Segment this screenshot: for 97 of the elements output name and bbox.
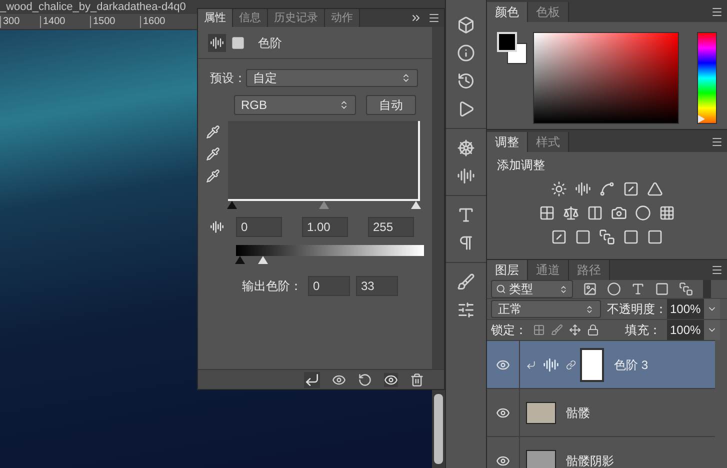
camera-icon[interactable] — [611, 205, 627, 221]
panel-tab[interactable]: 图层 — [487, 260, 528, 280]
info-icon[interactable] — [457, 44, 475, 62]
slider-thumb[interactable] — [319, 201, 329, 209]
layer-row[interactable]: 骷髅 — [487, 389, 715, 437]
eyedropper-icon[interactable] — [206, 125, 220, 139]
panel-tab[interactable]: 样式 — [528, 132, 569, 152]
panel-tab[interactable]: 信息 — [233, 9, 268, 27]
visibility-icon[interactable] — [496, 406, 510, 420]
paragraph-icon[interactable] — [457, 234, 475, 252]
wheel-icon[interactable] — [457, 139, 475, 157]
dropdown-arrow-icon[interactable] — [401, 73, 411, 83]
preset-dropdown[interactable]: 自定 — [246, 69, 418, 87]
search-icon[interactable] — [496, 284, 506, 294]
type-icon[interactable] — [457, 206, 475, 224]
slider-thumb[interactable] — [227, 201, 237, 209]
visibility-icon[interactable] — [496, 454, 510, 468]
input-field[interactable]: 0 — [236, 217, 282, 237]
fill-field[interactable]: 100% — [667, 320, 720, 340]
panel-tab[interactable]: 路径 — [569, 260, 610, 280]
input-field[interactable]: 255 — [368, 217, 414, 237]
mask-icon[interactable] — [230, 36, 246, 50]
panel-tab[interactable]: 属性 — [198, 9, 233, 27]
filter-dropdown[interactable]: 类型 — [491, 280, 573, 298]
levels-icon[interactable] — [457, 167, 475, 185]
eyedropper-icon[interactable] — [206, 147, 220, 161]
input-field[interactable]: 1.00 — [302, 217, 348, 237]
layer-thumbnail — [526, 402, 556, 424]
image-filter-icon[interactable] — [583, 282, 597, 296]
opacity-field[interactable]: 100% — [667, 299, 720, 319]
filter-toggle[interactable] — [703, 280, 711, 298]
auto-button[interactable]: 自动 — [366, 95, 416, 115]
color-swatches-drawing[interactable] — [497, 32, 527, 64]
panel-tab[interactable]: 历史记录 — [268, 9, 325, 27]
brush-icon[interactable] — [551, 324, 563, 336]
mask-thumbnail — [580, 348, 604, 382]
slider-thumb[interactable] — [235, 256, 245, 264]
dropdown-arrow-icon[interactable] — [559, 284, 568, 294]
triangle-icon[interactable] — [647, 181, 663, 197]
clip-to-layer-icon[interactable] — [304, 372, 320, 388]
layer-row[interactable]: 色阶 3 — [487, 341, 715, 389]
panel-menu-icon[interactable] — [711, 264, 723, 276]
levels-icon[interactable] — [208, 34, 226, 52]
scrollbar-thumb[interactable] — [434, 394, 443, 464]
panel-menu-icon[interactable] — [428, 12, 440, 24]
dropdown-arrow-icon[interactable] — [585, 304, 594, 314]
panel-menu-icon[interactable] — [711, 6, 723, 18]
visibility-icon[interactable] — [384, 372, 398, 386]
grid-icon[interactable] — [659, 205, 675, 221]
lock-label: 锁定： — [491, 322, 527, 339]
view-previous-icon[interactable] — [332, 372, 346, 386]
delete-icon[interactable] — [410, 372, 424, 386]
layer-name: 色阶 3 — [614, 356, 648, 374]
panel-tab[interactable]: 通道 — [528, 260, 569, 280]
opacity-label: 不透明度： — [607, 301, 667, 318]
color-field[interactable] — [533, 32, 679, 124]
scale-icon[interactable] — [563, 205, 579, 221]
3d-icon[interactable] — [457, 16, 475, 34]
layer-thumbnail — [526, 450, 556, 468]
preset-label: 预设： — [210, 70, 246, 87]
fill-label: 填充： — [625, 322, 661, 339]
visibility-icon[interactable] — [496, 358, 510, 372]
expand-icon[interactable] — [410, 12, 422, 24]
panel-tab[interactable]: 调整 — [487, 132, 528, 152]
layer-name: 骷髅阴影 — [566, 452, 614, 468]
clip-icon — [526, 360, 536, 370]
input-field[interactable]: 33 — [356, 276, 398, 296]
reset-icon[interactable] — [358, 372, 372, 386]
sliders-icon[interactable] — [457, 301, 475, 319]
input-field[interactable]: 0 — [308, 276, 350, 296]
play-icon[interactable] — [457, 100, 475, 118]
blend-mode-dropdown[interactable]: 正常 — [491, 300, 601, 318]
eyedropper-icon[interactable] — [206, 169, 220, 183]
history-icon[interactable] — [457, 72, 475, 90]
dropdown-arrow-icon[interactable] — [339, 100, 349, 110]
panel-heading: 添加调整 — [497, 157, 545, 174]
panel-menu-icon[interactable] — [711, 136, 723, 148]
curves-icon[interactable] — [599, 181, 615, 197]
channel-dropdown[interactable]: RGB — [234, 95, 356, 115]
link-icon[interactable] — [566, 358, 576, 372]
panel-tab[interactable]: 色板 — [528, 2, 569, 22]
brushes-icon[interactable] — [457, 273, 475, 291]
lock-icon[interactable] — [587, 324, 599, 336]
layer-name: 骷髅 — [566, 404, 590, 422]
output-levels-label: 输出色阶： — [242, 278, 302, 295]
type-filter-icon[interactable] — [631, 282, 645, 296]
move-icon[interactable] — [569, 324, 581, 336]
shape-filter-icon[interactable] — [655, 282, 669, 296]
hue-slider-thumb[interactable] — [698, 115, 705, 123]
hue-slider[interactable] — [697, 32, 717, 124]
split-square-icon[interactable] — [587, 205, 603, 221]
levels-icon[interactable] — [575, 181, 591, 197]
brightness-icon[interactable] — [551, 181, 567, 197]
panel-tab[interactable]: 颜色 — [487, 2, 528, 22]
document-title: _wood_chalice_by_darkadathea-d4q0 — [0, 0, 186, 14]
panel-tab[interactable]: 动作 — [325, 9, 360, 27]
adjustment-title: 色阶 — [258, 34, 282, 52]
